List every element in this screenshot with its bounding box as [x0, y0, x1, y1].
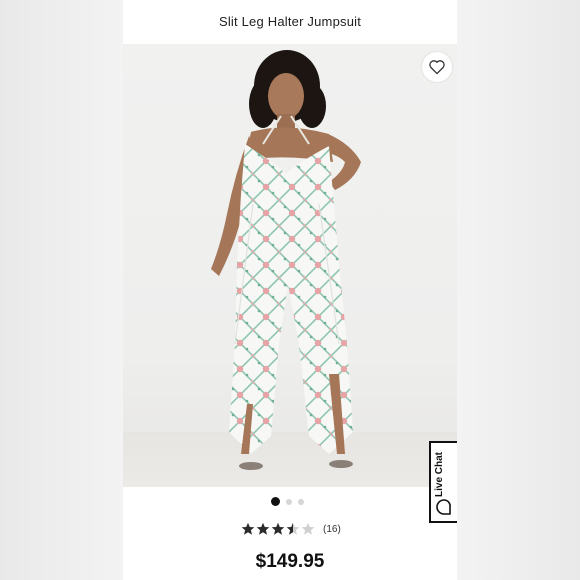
star-icon [271, 522, 285, 535]
product-page: Slit Leg Halter Jumpsuit Live Chat (16) … [123, 0, 457, 580]
star-icon [301, 522, 315, 535]
rating-stars [241, 522, 315, 536]
gallery-dot[interactable] [298, 498, 304, 505]
chat-bubble-icon [436, 499, 451, 515]
model-photo [211, 50, 361, 470]
blurred-background-left [0, 0, 123, 580]
product-price: $149.95 [255, 551, 325, 572]
product-title: Slit Leg Halter Jumpsuit [218, 14, 362, 29]
gallery-pagination [271, 497, 304, 506]
star-icon [256, 522, 270, 535]
product-image[interactable] [123, 44, 457, 487]
live-chat-label: Live Chat [434, 451, 445, 497]
live-chat-button[interactable]: Live Chat [429, 441, 457, 523]
gallery-dot-active[interactable] [271, 497, 280, 506]
heart-outline-icon [429, 60, 445, 75]
review-count[interactable]: (16) [323, 524, 341, 535]
favorite-button[interactable] [422, 52, 452, 82]
star-icon [241, 522, 255, 535]
blurred-background-right [457, 0, 580, 580]
star-icon [286, 522, 300, 535]
gallery-dot[interactable] [286, 498, 292, 505]
product-rating[interactable]: (16) [241, 522, 341, 536]
